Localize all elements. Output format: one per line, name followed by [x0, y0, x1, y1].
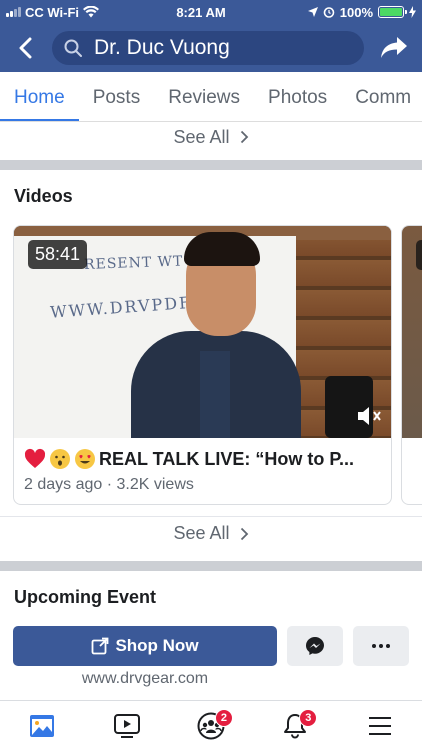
watch-tab[interactable] [107, 706, 147, 746]
charging-icon [409, 6, 416, 18]
video-play-icon [113, 713, 140, 738]
carrier-label: CC Wi-Fi [25, 4, 80, 20]
video-duration: 58:41 [28, 240, 88, 269]
groups-badge: 2 [214, 708, 233, 727]
video-card[interactable]: RESENT WT REGAIN WWW.DRVPDF.COM 58:41 RE… [13, 225, 392, 505]
notifications-tab[interactable]: 3 [275, 706, 318, 746]
love-eyes-reaction-icon [75, 449, 95, 469]
video-info: REAL TALK LIVE: “How to P... 2 days ago … [14, 438, 391, 494]
tab-posts[interactable]: Posts [79, 72, 155, 121]
tab-reviews[interactable]: Reviews [154, 72, 254, 121]
battery-icon [378, 6, 407, 18]
video-title-row: REAL TALK LIVE: “How to P... [24, 448, 381, 470]
heart-reaction-icon [24, 448, 46, 468]
battery-percent: 100% [339, 4, 373, 20]
wow-reaction-icon [50, 449, 70, 469]
chevron-right-icon [240, 130, 248, 144]
action-row: Shop Now [13, 626, 409, 668]
tab-community[interactable]: Comm [341, 72, 422, 121]
website-link[interactable]: www.drvgear.com [0, 670, 290, 688]
signal-icon [6, 7, 21, 17]
shop-now-button[interactable]: Shop Now [13, 626, 277, 666]
hamburger-menu-icon [368, 716, 391, 735]
upcoming-event-title: Upcoming Event [14, 587, 157, 607]
chevron-right-icon [240, 527, 248, 540]
muted-speaker-icon[interactable] [355, 404, 385, 428]
see-all-label: See All [173, 523, 230, 543]
see-all-link-top[interactable]: See All [0, 122, 422, 152]
page-tabs: Home Posts Reviews Photos Comm [0, 72, 422, 122]
search-field[interactable]: Dr. Duc Vuong [52, 31, 364, 65]
tab-photos[interactable]: Photos [254, 72, 341, 121]
tab-home[interactable]: Home [0, 72, 79, 121]
section-divider [0, 561, 422, 571]
videos-section-title: Videos [14, 186, 73, 206]
groups-tab[interactable]: 2 [191, 706, 233, 746]
menu-tab[interactable] [360, 706, 400, 746]
section-divider [0, 160, 422, 170]
status-left: CC Wi-Fi [6, 5, 156, 20]
video-thumbnail[interactable]: RESENT WT REGAIN WWW.DRVPDF.COM 58:41 [14, 226, 391, 438]
nav-bar: Dr. Duc Vuong [0, 24, 422, 72]
more-options-button[interactable] [353, 626, 409, 666]
chevron-left-icon [19, 37, 32, 59]
video-meta: 2 days ago · 3.2K views [24, 476, 194, 493]
see-all-label: See All [173, 126, 230, 147]
messenger-button[interactable] [287, 626, 343, 666]
news-feed-icon [30, 714, 55, 737]
location-icon [307, 7, 318, 17]
alarm-icon [323, 7, 335, 18]
share-button[interactable] [376, 30, 412, 66]
notifications-badge: 3 [299, 708, 318, 727]
status-bar: CC Wi-Fi 8:21 AM 100% [0, 0, 422, 24]
status-right: 100% [266, 5, 416, 20]
see-all-videos-link[interactable]: See All [0, 516, 422, 550]
more-dots-icon [372, 644, 390, 648]
wifi-icon [83, 6, 100, 18]
share-arrow-icon [381, 37, 407, 58]
search-text: Dr. Duc Vuong [94, 36, 230, 59]
shop-now-label: Shop Now [115, 636, 199, 655]
next-video-card[interactable] [401, 225, 422, 505]
status-time: 8:21 AM [176, 4, 226, 20]
messenger-icon [306, 637, 324, 655]
bottom-nav: 2 3 [0, 700, 422, 750]
news-feed-tab[interactable] [22, 706, 62, 746]
search-icon [64, 39, 82, 57]
video-title: REAL TALK LIVE: “How to P... [99, 448, 355, 469]
back-button[interactable] [10, 30, 40, 66]
external-link-icon [92, 637, 109, 655]
